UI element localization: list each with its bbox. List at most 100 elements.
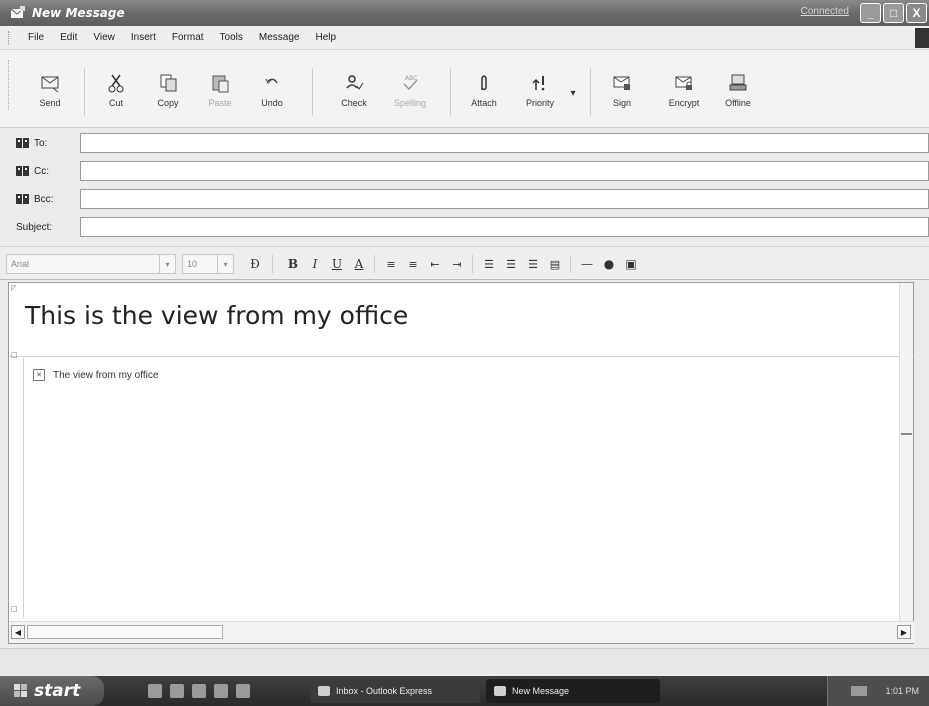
to-row: To: [0,132,929,154]
menu-help[interactable]: Help [315,32,336,43]
windows-logo-icon [14,684,27,697]
encrypt-button[interactable]: Encrypt [656,72,712,118]
menu-bar: File Edit View Insert Format Tools Messa… [0,26,929,50]
menu-format[interactable]: Format [172,32,204,43]
cc-label[interactable]: Cc: [0,166,78,177]
quick-launch-media-icon[interactable] [236,684,250,698]
maximize-button[interactable]: □ [883,3,904,23]
subject-label: Subject: [16,221,53,233]
font-color-button[interactable]: A [350,255,368,273]
menu-view[interactable]: View [93,32,115,43]
numbered-list-icon[interactable]: ≡ [382,255,400,273]
system-tray: 1:01 PM [827,676,929,706]
broken-image-icon: ✕ [33,369,45,381]
scroll-thumb[interactable] [27,625,223,639]
windows-logo-icon [915,28,929,48]
clock[interactable]: 1:01 PM [885,686,919,696]
close-button[interactable]: X [906,3,927,23]
send-button[interactable]: Send [22,72,78,118]
align-center-icon[interactable]: ☰ [502,255,520,273]
font-size-select[interactable]: 10 ▾ [182,254,234,274]
frame-marker-icon: □ [11,351,18,359]
cc-field[interactable] [80,161,929,181]
toolbar-separator [84,68,85,116]
offline-icon [729,74,747,91]
frame-marker-icon: ◸ [11,284,17,292]
taskbar-new-message-button[interactable]: New Message [486,679,660,703]
quick-launch-app-icon[interactable] [214,684,228,698]
increase-indent-icon[interactable]: ⇥ [448,255,466,273]
scroll-right-icon[interactable]: ▶ [897,625,911,639]
menu-grip[interactable] [8,31,11,45]
title-bar[interactable]: New Message Connected _ □ X [0,0,929,26]
menu-insert[interactable]: Insert [131,32,156,43]
underline-button[interactable]: U [328,255,346,273]
horizontal-line-icon[interactable]: — [578,255,596,273]
align-left-icon[interactable]: ☰ [480,255,498,273]
quick-launch-outlook-icon[interactable] [148,684,162,698]
network-icon[interactable] [851,686,868,696]
toolbar-grip[interactable] [8,60,11,110]
spelling-button[interactable]: ABC Spelling [382,72,438,118]
check-names-button[interactable]: Check [326,72,382,118]
insert-picture-icon[interactable]: ▣ [622,255,640,273]
menu-file[interactable]: File [28,32,44,43]
scroll-thumb[interactable] [901,433,912,435]
message-heading: This is the view from my office [25,301,409,330]
font-name-select[interactable]: Arial ▾ [6,254,176,274]
offline-button[interactable]: Offline [710,72,766,118]
horizontal-scrollbar[interactable]: ◀ ▶ [9,621,915,643]
message-body[interactable]: ◸ This is the view from my office □ ✕ Th… [8,282,915,644]
to-label[interactable]: To: [0,138,78,149]
chevron-down-icon[interactable]: ▾ [217,255,233,273]
encrypt-label: Encrypt [668,98,700,108]
align-right-icon[interactable]: ☰ [524,255,542,273]
offline-label: Offline [725,98,751,108]
connection-status[interactable]: Connected [801,6,849,17]
cut-button[interactable]: Cut [88,72,144,118]
taskbar-inbox-button[interactable]: Inbox - Outlook Express [310,679,480,703]
image-alt-text: The view from my office [53,369,159,381]
justify-icon[interactable]: ▤ [546,255,564,273]
toolbar-separator [450,68,451,116]
taskbar: start Inbox - Outlook Express New Messag… [0,676,929,706]
address-book-icon [16,138,29,148]
sign-button[interactable]: Sign [594,72,650,118]
cut-icon [108,74,124,93]
subject-field[interactable] [80,217,929,237]
start-button[interactable]: start [0,676,104,706]
chevron-down-icon[interactable]: ▾ [159,255,175,273]
bcc-label[interactable]: Bcc: [0,194,78,205]
undo-button[interactable]: Undo [244,72,300,118]
window-title: New Message [32,6,125,20]
menu-tools[interactable]: Tools [220,32,243,43]
main-toolbar: Send Cut Copy Paste Undo Check ABC Spell… [0,50,929,128]
italic-button[interactable]: I [306,255,324,273]
bcc-row: Bcc: [0,188,929,210]
copy-button[interactable]: Copy [140,72,196,118]
quick-launch-desktop-icon[interactable] [192,684,206,698]
image-placeholder[interactable]: ✕ The view from my office [33,369,158,381]
vertical-scrollbar[interactable] [899,283,913,621]
to-field[interactable] [80,133,929,153]
quick-launch-browser-icon[interactable] [170,684,184,698]
frame-marker-icon: □ [11,605,18,613]
menu-message[interactable]: Message [259,32,300,43]
menu-edit[interactable]: Edit [60,32,77,43]
bulleted-list-icon[interactable]: ≡ [404,255,422,273]
paragraph-style-icon[interactable]: Ð [246,255,264,273]
hyperlink-icon[interactable]: ● [600,255,618,273]
priority-button[interactable]: Priority [512,72,568,118]
new-message-icon [10,6,25,18]
attach-button[interactable]: Attach [456,72,512,118]
check-label: Check [341,98,367,108]
bcc-field[interactable] [80,189,929,209]
paste-button[interactable]: Paste [192,72,248,118]
scroll-left-icon[interactable]: ◀ [11,625,25,639]
decrease-indent-icon[interactable]: ⇤ [426,255,444,273]
minimize-button[interactable]: _ [860,3,881,23]
toolbar-separator [312,68,313,116]
priority-dropdown-arrow[interactable]: ▾ [568,84,578,102]
address-book-icon [16,166,29,176]
bold-button[interactable]: B [284,255,302,273]
